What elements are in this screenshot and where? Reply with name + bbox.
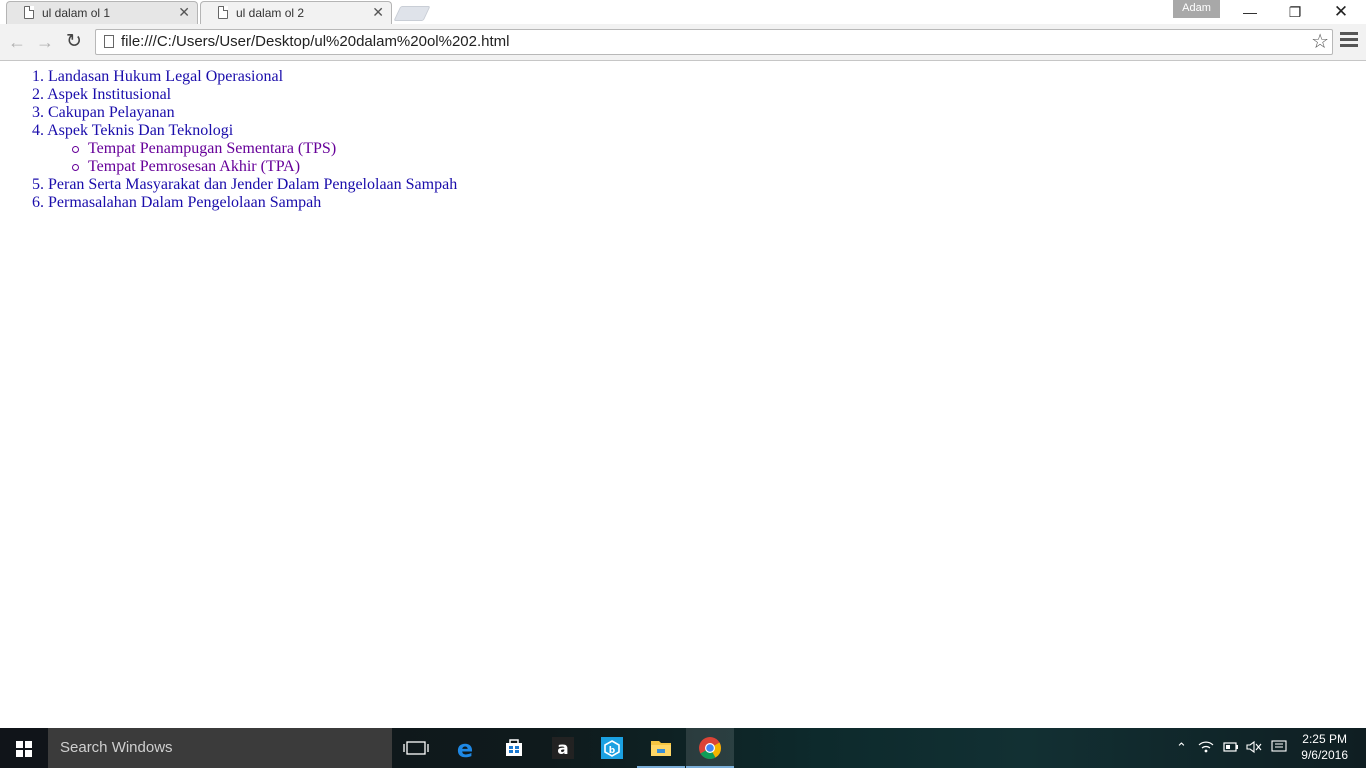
browser-toolbar: ← → ↻ file:///C:/Users/User/Desktop/ul%2…: [0, 24, 1366, 61]
tab-ul-dalam-ol-2[interactable]: ul dalam ol 2 ✕: [200, 1, 392, 25]
minimize-icon[interactable]: —: [1227, 0, 1273, 24]
svg-text:a: a: [557, 739, 568, 759]
tab-title: ul dalam ol 1: [42, 6, 111, 20]
back-icon[interactable]: ←: [5, 30, 29, 54]
search-windows-box[interactable]: Search Windows: [48, 728, 392, 768]
taskbar: Search Windows e a b ⌃ 2:25 PM 9/6/2016: [0, 728, 1366, 768]
action-center-icon[interactable]: [1271, 740, 1287, 757]
list-item[interactable]: 4. Aspek Teknis Dan Teknologi Tempat Pen…: [32, 122, 457, 176]
battery-icon[interactable]: [1222, 740, 1240, 757]
list-item[interactable]: 5. Peran Serta Masyarakat dan Jender Dal…: [32, 176, 457, 194]
clock-time: 2:25 PM: [1302, 732, 1347, 746]
page-icon: [24, 6, 34, 19]
app-icon[interactable]: b: [588, 728, 636, 768]
profile-button[interactable]: Adam: [1173, 0, 1220, 18]
nested-unordered-list: Tempat Penampugan Sementara (TPS) Tempat…: [32, 140, 457, 176]
file-explorer-icon[interactable]: [637, 728, 685, 768]
list-item[interactable]: 2. Aspek Institusional: [32, 86, 457, 104]
forward-icon[interactable]: →: [33, 30, 57, 54]
edge-icon[interactable]: e: [441, 728, 489, 768]
nested-list-item[interactable]: Tempat Penampugan Sementara (TPS): [72, 140, 457, 158]
url-text[interactable]: file:///C:/Users/User/Desktop/ul%20dalam…: [121, 33, 510, 50]
tab-ul-dalam-ol-1[interactable]: ul dalam ol 1 ✕: [6, 1, 198, 25]
svg-text:e: e: [457, 735, 473, 763]
chrome-icon[interactable]: [686, 728, 734, 768]
start-button[interactable]: [0, 728, 48, 768]
list-item[interactable]: 3. Cakupan Pelayanan: [32, 104, 457, 122]
ordered-list: 1. Landasan Hukum Legal Operasional 2. A…: [32, 68, 457, 212]
menu-icon[interactable]: [1340, 32, 1358, 50]
tab-title: ul dalam ol 2: [236, 6, 305, 20]
clock-date: 9/6/2016: [1301, 748, 1348, 762]
close-window-icon[interactable]: ✕: [1318, 0, 1364, 24]
list-item[interactable]: 1. Landasan Hukum Legal Operasional: [32, 68, 457, 86]
tab-strip: ul dalam ol 1 ✕ ul dalam ol 2 ✕ Adam — ❐…: [0, 0, 1366, 25]
amazon-icon[interactable]: a: [539, 728, 587, 768]
circle-bullet-icon: [72, 164, 79, 171]
circle-bullet-icon: [72, 146, 79, 153]
page-content: 1. Landasan Hukum Legal Operasional 2. A…: [0, 62, 1366, 728]
wifi-icon[interactable]: [1198, 740, 1214, 757]
svg-text:b: b: [609, 746, 616, 756]
chevron-up-icon[interactable]: ⌃: [1176, 740, 1187, 756]
nested-list-item[interactable]: Tempat Pemrosesan Akhir (TPA): [72, 158, 457, 176]
list-item[interactable]: 6. Permasalahan Dalam Pengelolaan Sampah: [32, 194, 457, 212]
bookmark-star-icon[interactable]: ☆: [1311, 30, 1329, 54]
close-icon[interactable]: ✕: [372, 4, 384, 20]
store-icon[interactable]: [490, 728, 538, 768]
page-icon: [218, 6, 228, 19]
system-clock[interactable]: 2:25 PM 9/6/2016: [1301, 731, 1348, 763]
page-icon: [104, 35, 114, 48]
new-tab-button[interactable]: [393, 6, 431, 21]
task-view-icon[interactable]: [392, 728, 440, 768]
volume-muted-icon[interactable]: [1246, 740, 1262, 757]
windows-logo-icon: [16, 741, 23, 748]
close-icon[interactable]: ✕: [178, 4, 190, 20]
reload-icon[interactable]: ↻: [62, 30, 86, 54]
restore-icon[interactable]: ❐: [1272, 0, 1318, 24]
address-bar[interactable]: file:///C:/Users/User/Desktop/ul%20dalam…: [95, 29, 1333, 55]
